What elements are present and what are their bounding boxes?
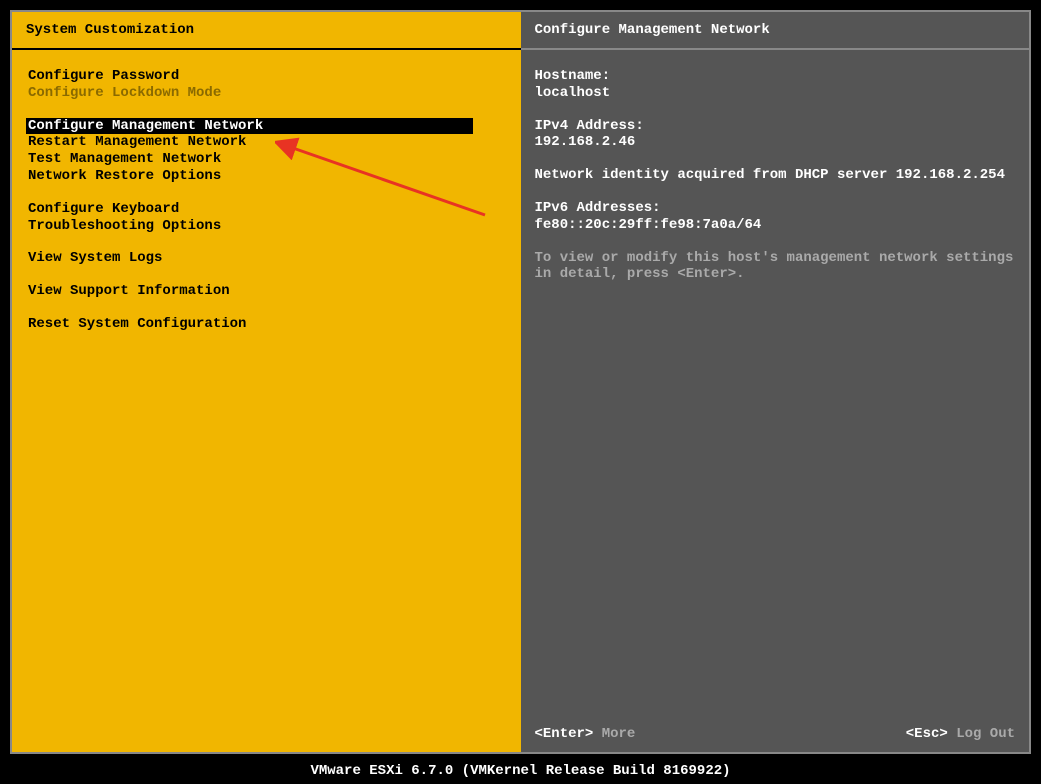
menu-group: Reset System Configuration: [26, 316, 507, 333]
ipv6-label: IPv6 Addresses:: [535, 200, 1016, 217]
footer-enter-action: More: [602, 726, 636, 742]
menu-item-troubleshooting-options[interactable]: Troubleshooting Options: [26, 218, 507, 235]
ipv4-label: IPv4 Address:: [535, 118, 1016, 135]
menu-item-restart-management-network[interactable]: Restart Management Network: [26, 134, 507, 151]
menu-item-configure-keyboard[interactable]: Configure Keyboard: [26, 201, 507, 218]
dhcp-info: Network identity acquired from DHCP serv…: [535, 167, 1016, 184]
footer-esc-action: Log Out: [956, 726, 1015, 742]
menu-group: View System Logs: [26, 250, 507, 267]
menu-item-reset-system-configuration[interactable]: Reset System Configuration: [26, 316, 507, 333]
bottom-status-bar: VMware ESXi 6.7.0 (VMKernel Release Buil…: [0, 763, 1041, 779]
menu-item-network-restore-options[interactable]: Network Restore Options: [26, 168, 507, 185]
ipv6-value: fe80::20c:29ff:fe98:7a0a/64: [535, 217, 1016, 234]
footer-esc-key: <Esc>: [906, 726, 948, 742]
menu-group: View Support Information: [26, 283, 507, 300]
menu-item-view-system-logs[interactable]: View System Logs: [26, 250, 507, 267]
menu-group: Configure Keyboard Troubleshooting Optio…: [26, 201, 507, 235]
hostname-block: Hostname: localhost: [535, 68, 1016, 102]
left-panel: System Customization Configure Password …: [12, 12, 521, 752]
footer-esc[interactable]: <Esc> Log Out: [906, 726, 1015, 742]
menu-group: Configure Password Configure Lockdown Mo…: [26, 68, 507, 102]
footer-enter[interactable]: <Enter> More: [535, 726, 636, 742]
console-frame: System Customization Configure Password …: [10, 10, 1031, 754]
ipv4-block: IPv4 Address: 192.168.2.46: [535, 118, 1016, 152]
detail-hint: To view or modify this host's management…: [535, 250, 1016, 284]
hostname-value: localhost: [535, 85, 1016, 102]
hostname-label: Hostname:: [535, 68, 1016, 85]
right-detail-body: Hostname: localhost IPv4 Address: 192.16…: [521, 50, 1030, 718]
right-panel: Configure Management Network Hostname: l…: [521, 12, 1030, 752]
footer-enter-key: <Enter>: [535, 726, 594, 742]
right-panel-title: Configure Management Network: [521, 12, 1030, 50]
menu-item-view-support-information[interactable]: View Support Information: [26, 283, 507, 300]
menu-group: Configure Management Network Restart Man…: [26, 118, 507, 185]
ipv6-block: IPv6 Addresses: fe80::20c:29ff:fe98:7a0a…: [535, 200, 1016, 234]
menu-item-configure-lockdown-mode: Configure Lockdown Mode: [26, 85, 507, 102]
ipv4-value: 192.168.2.46: [535, 134, 1016, 151]
left-panel-title: System Customization: [12, 12, 521, 50]
left-menu-body: Configure Password Configure Lockdown Mo…: [12, 50, 521, 752]
right-footer: <Enter> More <Esc> Log Out: [521, 718, 1030, 752]
menu-item-test-management-network[interactable]: Test Management Network: [26, 151, 507, 168]
menu-item-configure-password[interactable]: Configure Password: [26, 68, 507, 85]
menu-item-configure-management-network[interactable]: Configure Management Network: [26, 118, 473, 135]
